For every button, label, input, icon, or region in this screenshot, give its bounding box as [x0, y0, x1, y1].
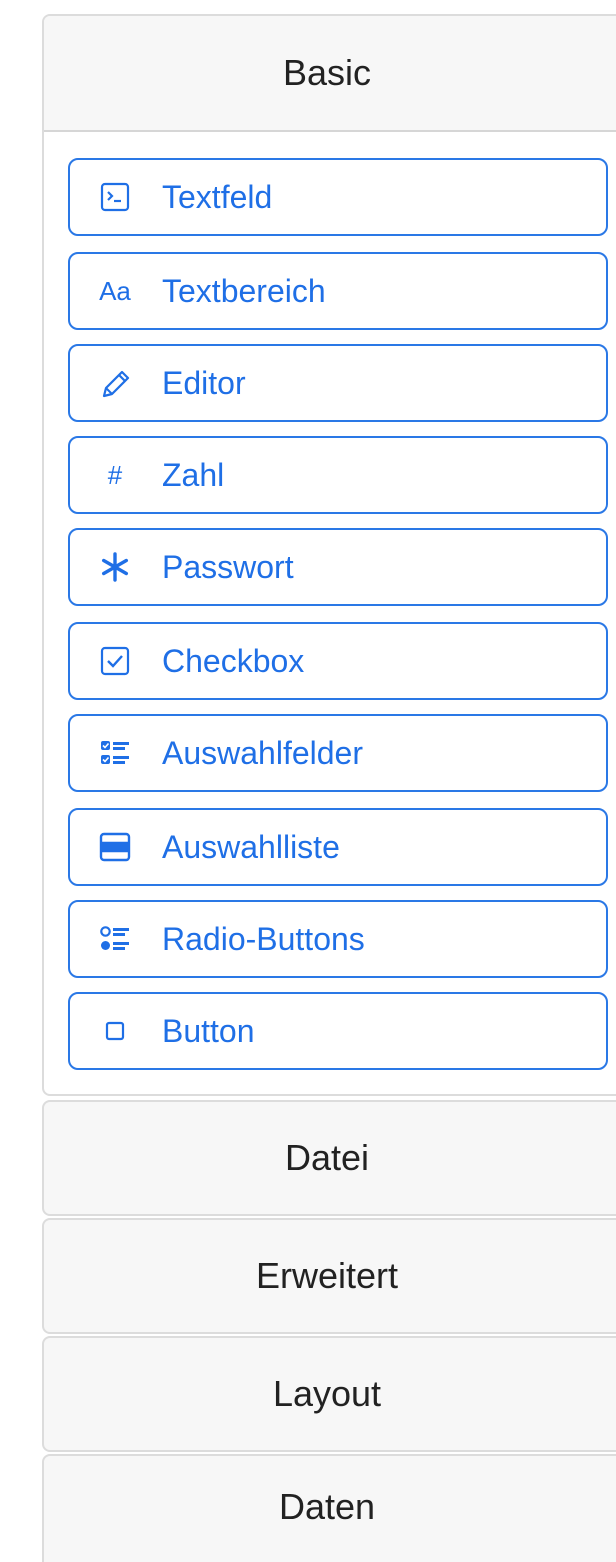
panel-basic: Basic Textfeld Aa Textbereich Editor # Z… [42, 14, 616, 1096]
component-checkbox[interactable]: Checkbox [68, 622, 608, 700]
panel-daten-header[interactable]: Daten [44, 1456, 616, 1562]
asterisk-icon [92, 547, 138, 587]
component-editor[interactable]: Editor [68, 344, 608, 422]
component-label: Button [162, 1012, 255, 1049]
component-label: Auswahlfelder [162, 734, 363, 771]
component-palette: Basic Textfeld Aa Textbereich Editor # Z… [0, 0, 616, 1562]
component-textbereich[interactable]: Aa Textbereich [68, 252, 608, 330]
panel-erweitert[interactable]: Erweitert [42, 1218, 616, 1334]
panel-erweitert-title: Erweitert [255, 1255, 399, 1296]
panel-daten[interactable]: Daten [42, 1454, 616, 1562]
component-radio-buttons[interactable]: Radio-Buttons [68, 900, 608, 978]
component-textfeld[interactable]: Textfeld [68, 158, 608, 236]
pencil-icon [92, 363, 138, 403]
terminal-icon [92, 177, 138, 217]
component-label: Textfeld [162, 178, 273, 215]
checklist-icon [92, 733, 138, 773]
list-box-icon [92, 827, 138, 867]
component-label: Auswahlliste [162, 828, 340, 865]
component-label: Radio-Buttons [162, 920, 365, 957]
component-passwort[interactable]: Passwort [68, 528, 608, 606]
panel-basic-title: Basic [282, 52, 372, 93]
component-label: Passwort [162, 548, 294, 585]
component-label: Checkbox [162, 642, 305, 679]
font-aa-icon: Aa [99, 275, 131, 306]
component-label: Textbereich [162, 272, 326, 309]
component-auswahlfelder[interactable]: Auswahlfelder [68, 714, 608, 792]
component-button[interactable]: Button [68, 992, 608, 1070]
panel-erweitert-header[interactable]: Erweitert [44, 1220, 616, 1332]
panel-layout[interactable]: Layout [42, 1336, 616, 1452]
square-icon [92, 1011, 138, 1051]
panel-basic-header[interactable]: Basic [44, 16, 616, 132]
panel-layout-header[interactable]: Layout [44, 1338, 616, 1450]
panel-datei[interactable]: Datei [42, 1100, 616, 1216]
panel-datei-title: Datei [284, 1137, 370, 1178]
component-auswahlliste[interactable]: Auswahlliste [68, 808, 608, 886]
radio-list-icon [92, 919, 138, 959]
panel-daten-title: Daten [278, 1486, 376, 1527]
component-label: Editor [162, 364, 246, 401]
panel-layout-title: Layout [272, 1373, 382, 1414]
checkbox-icon [92, 641, 138, 681]
component-zahl[interactable]: # Zahl [68, 436, 608, 514]
hash-icon: # [107, 459, 123, 490]
component-label: Zahl [162, 456, 225, 493]
panel-datei-header[interactable]: Datei [44, 1102, 616, 1214]
